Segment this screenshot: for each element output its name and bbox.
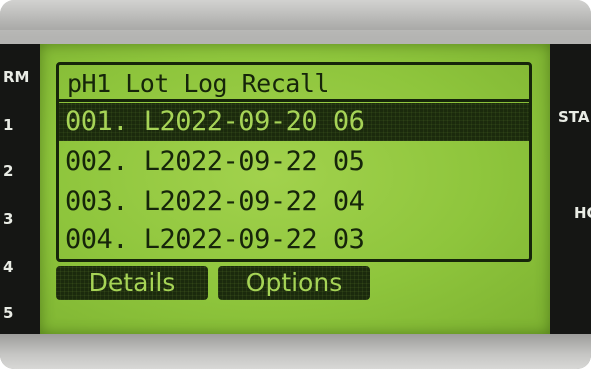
key-label-3[interactable]: 3	[3, 210, 13, 228]
ph-meter-device: RM 1 2 3 4 5 STA HC pH1 Lot Log Recall 0…	[0, 0, 591, 369]
left-key-strip: RM 1 2 3 4 5	[0, 44, 40, 334]
right-key-strip: STA HC	[550, 44, 591, 334]
lot-log-entry[interactable]: 004. L2022-09-22 03	[59, 221, 529, 259]
device-bezel-bottom	[0, 334, 591, 369]
key-label-hc[interactable]: HC	[574, 204, 591, 222]
key-label-rm[interactable]: RM	[3, 68, 29, 86]
options-softkey[interactable]: Options	[218, 266, 370, 300]
lot-log-panel: pH1 Lot Log Recall 001. L2022-09-20 06 0…	[56, 62, 532, 262]
key-label-4[interactable]: 4	[3, 258, 13, 276]
details-softkey[interactable]: Details	[56, 266, 208, 300]
screen-title: pH1 Lot Log Recall	[67, 69, 329, 98]
key-label-1[interactable]: 1	[3, 116, 13, 134]
key-label-sta[interactable]: STA	[558, 108, 589, 126]
device-bezel-top	[0, 0, 591, 30]
lot-log-entry[interactable]: 002. L2022-09-22 05	[59, 143, 529, 181]
title-divider	[59, 99, 529, 102]
key-label-2[interactable]: 2	[3, 162, 13, 180]
lot-log-entry[interactable]: 003. L2022-09-22 04	[59, 183, 529, 221]
lot-log-entry-selected[interactable]: 001. L2022-09-20 06	[59, 103, 529, 141]
lcd-screen: pH1 Lot Log Recall 001. L2022-09-20 06 0…	[40, 44, 550, 334]
key-label-5[interactable]: 5	[3, 304, 13, 322]
